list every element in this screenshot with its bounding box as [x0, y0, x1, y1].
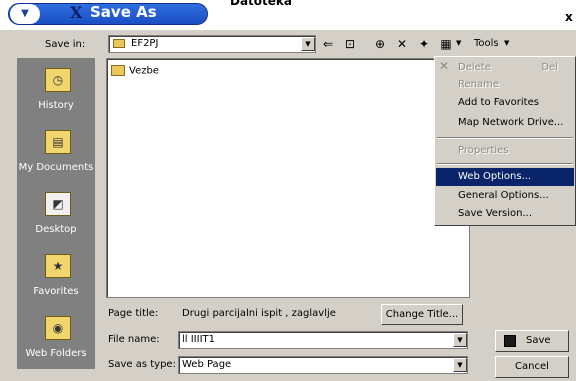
place-history[interactable]: ◷ History [17, 60, 95, 122]
save-button-label: Save [526, 335, 551, 346]
close-button[interactable]: x [565, 10, 573, 24]
menu-item-map-network-drive[interactable]: Map Network Drive... [436, 114, 574, 132]
chevron-down-icon[interactable]: ▼ [453, 358, 467, 372]
menu-item-add-to-favorites[interactable]: Add to Favorites [436, 94, 574, 112]
chevron-down-icon[interactable]: ▼ [301, 37, 315, 51]
place-label: Web Folders [25, 348, 87, 359]
menu-separator [437, 163, 573, 165]
app-logo-icon: X [70, 3, 83, 22]
floppy-disk-icon [504, 335, 516, 347]
place-label: Desktop [35, 224, 77, 235]
window-title: Save As [90, 3, 157, 21]
menu-item-general-options[interactable]: General Options... [436, 187, 574, 205]
views-dropdown-icon[interactable]: ▼ [456, 39, 461, 47]
new-folder-icon[interactable]: ✦ [416, 36, 432, 52]
save-in-combo[interactable]: EF2PJ ▼ [108, 35, 316, 53]
views-icon[interactable]: ▦ [438, 36, 454, 52]
favorites-icon: ★ [45, 254, 71, 278]
folder-icon [113, 39, 125, 48]
save-in-value: EF2PJ [131, 38, 159, 49]
my-documents-icon: ▤ [45, 130, 71, 154]
folder-icon [111, 65, 125, 76]
system-menu-button[interactable]: ▼ [10, 4, 40, 24]
page-title-value: Drugi parcijalni ispit , zaglavlje [182, 308, 336, 319]
place-desktop[interactable]: ◩ Desktop [17, 184, 95, 246]
tools-chevron-icon: ▼ [504, 39, 510, 47]
delete-icon[interactable]: ✕ [394, 36, 410, 52]
chevron-down-icon[interactable]: ▼ [453, 333, 467, 347]
history-icon: ◷ [45, 68, 71, 92]
file-name-input[interactable]: ll IIIIT1 ▼ [178, 331, 468, 349]
list-item[interactable]: Vezbe [111, 65, 159, 77]
file-name-value: ll IIIIT1 [182, 334, 216, 345]
place-label: Favorites [33, 286, 79, 297]
save-button[interactable]: Save [495, 330, 569, 352]
title-bar: Datoteka ▼ X Save As x [0, 0, 576, 30]
web-folders-icon: ◉ [45, 316, 71, 340]
save-as-type-select[interactable]: Web Page ▼ [178, 356, 468, 374]
menu-separator [437, 137, 573, 139]
menu-item-rename[interactable]: Rename [436, 76, 574, 94]
up-folder-icon[interactable]: ⊡ [342, 36, 358, 52]
change-title-button[interactable]: Change Title... [381, 304, 463, 325]
search-web-icon[interactable]: ⊕ [372, 36, 388, 52]
places-bar: ◷ History ▤ My Documents ◩ Desktop ★ Fav… [17, 58, 95, 369]
tools-menu-button[interactable]: Tools [474, 38, 499, 49]
save-in-label: Save in: [45, 39, 86, 50]
save-as-type-value: Web Page [182, 359, 232, 370]
page-title-label: Page title: [108, 308, 159, 319]
place-web-folders[interactable]: ◉ Web Folders [17, 308, 95, 370]
file-name-label: File name: [108, 334, 160, 345]
place-label: My Documents [18, 162, 94, 173]
file-name: Vezbe [129, 65, 159, 77]
save-as-type-label: Save as type: [108, 359, 176, 370]
place-my-documents[interactable]: ▤ My Documents [17, 122, 95, 184]
menu-item-delete[interactable]: Delete Del [436, 59, 574, 77]
background-window-text: Datoteka [230, 0, 292, 8]
place-label: History [38, 100, 74, 111]
desktop-icon: ◩ [45, 192, 71, 216]
tools-menu: ✕ Delete Del Rename Add to Favorites Map … [434, 56, 576, 226]
cancel-button[interactable]: Cancel [495, 356, 569, 378]
menu-item-save-version[interactable]: Save Version... [436, 205, 574, 223]
menu-item-web-options[interactable]: Web Options... [436, 168, 574, 186]
place-favorites[interactable]: ★ Favorites [17, 246, 95, 308]
file-list[interactable]: Vezbe [106, 58, 470, 298]
back-icon[interactable]: ⇐ [320, 36, 336, 52]
menu-item-properties[interactable]: Properties [436, 142, 574, 160]
